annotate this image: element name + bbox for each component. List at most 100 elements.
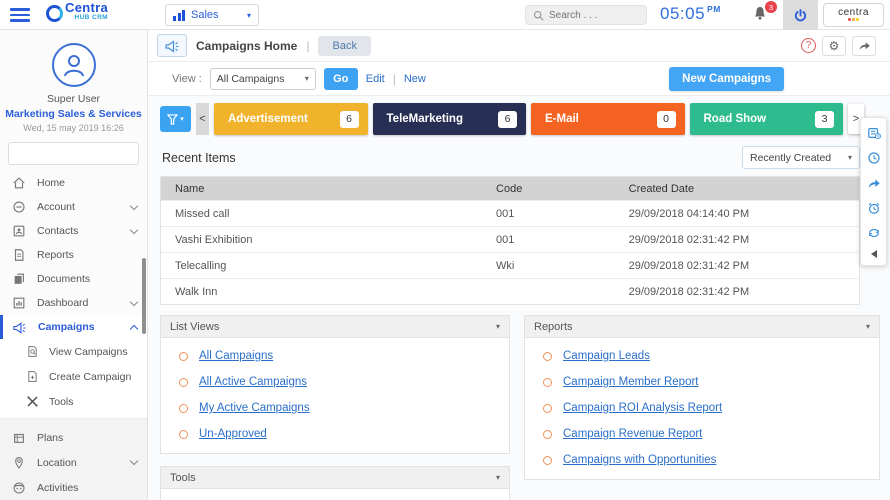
tools-icon bbox=[26, 395, 39, 408]
centra-corner-badge[interactable]: centra bbox=[823, 3, 884, 27]
sidebar-item-create-campaign[interactable]: Create Campaign bbox=[0, 364, 147, 389]
tools-panel-header[interactable]: Tools ▾ bbox=[161, 467, 509, 489]
sidebar-item-reports[interactable]: Reports bbox=[0, 243, 147, 267]
sidebar-item-documents[interactable]: Documents bbox=[0, 267, 147, 291]
sidebar-item-campaigns[interactable]: Campaigns bbox=[0, 315, 147, 339]
go-button[interactable]: Go bbox=[324, 68, 358, 90]
global-search[interactable] bbox=[525, 5, 647, 25]
campaigns-module-icon-box bbox=[157, 34, 187, 57]
sync-loop-icon bbox=[867, 227, 881, 239]
radio-bullet-icon bbox=[543, 404, 552, 413]
collapse-icon[interactable]: ▾ bbox=[496, 322, 500, 331]
list-item[interactable]: Campaign Revenue Report bbox=[525, 421, 879, 447]
sync-button[interactable] bbox=[866, 225, 881, 240]
reports-panel-header[interactable]: Reports ▾ bbox=[525, 316, 879, 338]
dashboard-icon bbox=[12, 296, 26, 310]
list-item[interactable]: Campaigns with Opportunities bbox=[525, 447, 879, 473]
logout-button[interactable] bbox=[783, 0, 818, 30]
home-icon bbox=[12, 176, 26, 190]
edit-link[interactable]: Edit bbox=[366, 73, 385, 85]
chevron-down-icon: ▾ bbox=[180, 115, 184, 123]
global-search-input[interactable] bbox=[549, 10, 634, 21]
tab-road-show[interactable]: Road Show 3 bbox=[690, 103, 844, 135]
collapse-toolbar-button[interactable] bbox=[871, 250, 877, 258]
list-item[interactable]: My Active Campaigns bbox=[161, 395, 509, 421]
list-views-panel-header[interactable]: List Views ▾ bbox=[161, 316, 509, 338]
sidebar-item-account[interactable]: Account bbox=[0, 195, 147, 219]
link-divider: | bbox=[393, 72, 396, 86]
list-item[interactable]: Campaign Member Report bbox=[525, 369, 879, 395]
tab-count-badge: 3 bbox=[815, 111, 834, 128]
tabs-scroll-left-button[interactable]: < bbox=[196, 103, 209, 135]
sidebar-search[interactable] bbox=[8, 142, 139, 165]
list-item[interactable]: Campaign ROI Analysis Report bbox=[525, 395, 879, 421]
tab-email[interactable]: E-Mail 0 bbox=[531, 103, 685, 135]
notes-icon bbox=[867, 126, 881, 140]
tab-advertisement[interactable]: Advertisement 6 bbox=[214, 103, 368, 135]
history-button[interactable] bbox=[866, 150, 881, 165]
list-item[interactable]: Campaign Leads bbox=[525, 343, 879, 369]
table-row[interactable]: Walk Inn 29/09/2018 02:31:42 PM bbox=[161, 278, 859, 304]
sidebar-item-view-campaigns[interactable]: View Campaigns bbox=[0, 339, 147, 364]
search-icon bbox=[533, 10, 544, 21]
page-header: Campaigns Home | Back ? ⚙ bbox=[148, 30, 890, 62]
view-select-value: All Campaigns bbox=[217, 73, 305, 85]
column-header-code[interactable]: Code bbox=[496, 183, 629, 195]
share-quick-button[interactable] bbox=[866, 175, 881, 190]
view-select[interactable]: All Campaigns ▾ bbox=[210, 68, 316, 90]
notifications-button[interactable]: 3 bbox=[752, 5, 772, 25]
table-row[interactable]: Telecalling Wki 29/09/2018 02:31:42 PM bbox=[161, 252, 859, 278]
new-link[interactable]: New bbox=[404, 73, 426, 85]
bar-chart-icon bbox=[173, 9, 185, 21]
collapse-icon[interactable]: ▾ bbox=[866, 322, 870, 331]
recent-sort-select[interactable]: Recently Created ▾ bbox=[742, 146, 860, 169]
filter-button[interactable]: ▾ bbox=[160, 106, 191, 132]
corner-badge-text: centra bbox=[838, 9, 869, 17]
notes-button[interactable] bbox=[866, 125, 881, 140]
list-item[interactable]: All Active Campaigns bbox=[161, 369, 509, 395]
table-row[interactable]: Vashi Exhibition 001 29/09/2018 02:31:42… bbox=[161, 226, 859, 252]
column-header-name[interactable]: Name bbox=[161, 183, 496, 195]
chevron-down-icon: ▾ bbox=[305, 74, 309, 83]
sidebar-item-home[interactable]: Home bbox=[0, 171, 147, 195]
sidebar-item-tools[interactable]: Tools bbox=[0, 389, 147, 414]
table-row[interactable]: Missed call 001 29/09/2018 04:14:40 PM bbox=[161, 200, 859, 226]
radio-bullet-icon bbox=[543, 430, 552, 439]
column-header-created-date[interactable]: Created Date bbox=[629, 183, 859, 195]
collapse-icon[interactable]: ▾ bbox=[496, 473, 500, 482]
sidebar-item-activities[interactable]: Activities bbox=[0, 475, 147, 500]
top-bar: Centra HUB CRM Sales ▾ 05:05PM 3 bbox=[0, 0, 890, 30]
help-icon[interactable]: ? bbox=[801, 38, 816, 53]
list-item[interactable]: Un-Approved bbox=[161, 421, 509, 447]
reminders-button[interactable] bbox=[866, 200, 881, 215]
radio-bullet-icon bbox=[179, 378, 188, 387]
settings-button[interactable]: ⚙ bbox=[822, 36, 846, 56]
campaigns-group: Campaigns View Campaigns Create Campaign bbox=[0, 315, 147, 419]
user-org[interactable]: Marketing Sales & Services bbox=[0, 108, 147, 120]
sidebar-item-contacts[interactable]: Contacts bbox=[0, 219, 147, 243]
hamburger-menu-icon[interactable] bbox=[10, 8, 30, 22]
back-button[interactable]: Back bbox=[318, 36, 370, 56]
list-item[interactable]: Import bbox=[161, 494, 509, 500]
share-button[interactable] bbox=[852, 36, 876, 56]
sidebar-item-location[interactable]: Location bbox=[0, 450, 147, 475]
tab-telemarketing[interactable]: TeleMarketing 6 bbox=[373, 103, 527, 135]
recent-items-table: Name Code Created Date Missed call 001 2… bbox=[160, 176, 860, 305]
quick-actions-toolbar bbox=[860, 117, 887, 266]
sidebar-item-dashboard[interactable]: Dashboard bbox=[0, 291, 147, 315]
plans-icon bbox=[12, 431, 26, 445]
view-campaigns-icon bbox=[26, 345, 39, 358]
list-item[interactable]: All Campaigns bbox=[161, 343, 509, 369]
module-selector-value: Sales bbox=[191, 9, 241, 21]
new-campaigns-button[interactable]: New Campaigns bbox=[669, 67, 784, 91]
chevron-down-icon: ▾ bbox=[247, 11, 251, 20]
sidebar-item-plans[interactable]: Plans bbox=[0, 425, 147, 450]
sidebar-search-input[interactable] bbox=[15, 148, 147, 159]
centrahub-crm-app: Centra HUB CRM Sales ▾ 05:05PM 3 bbox=[0, 0, 890, 500]
recent-sort-value: Recently Created bbox=[750, 152, 848, 164]
corner-badge-dots-icon bbox=[848, 18, 859, 21]
module-selector[interactable]: Sales ▾ bbox=[165, 4, 259, 26]
view-controls-row: View : All Campaigns ▾ Go Edit | New New… bbox=[148, 62, 890, 96]
sidebar-scrollbar[interactable] bbox=[142, 258, 146, 334]
chevron-down-icon bbox=[130, 225, 138, 233]
